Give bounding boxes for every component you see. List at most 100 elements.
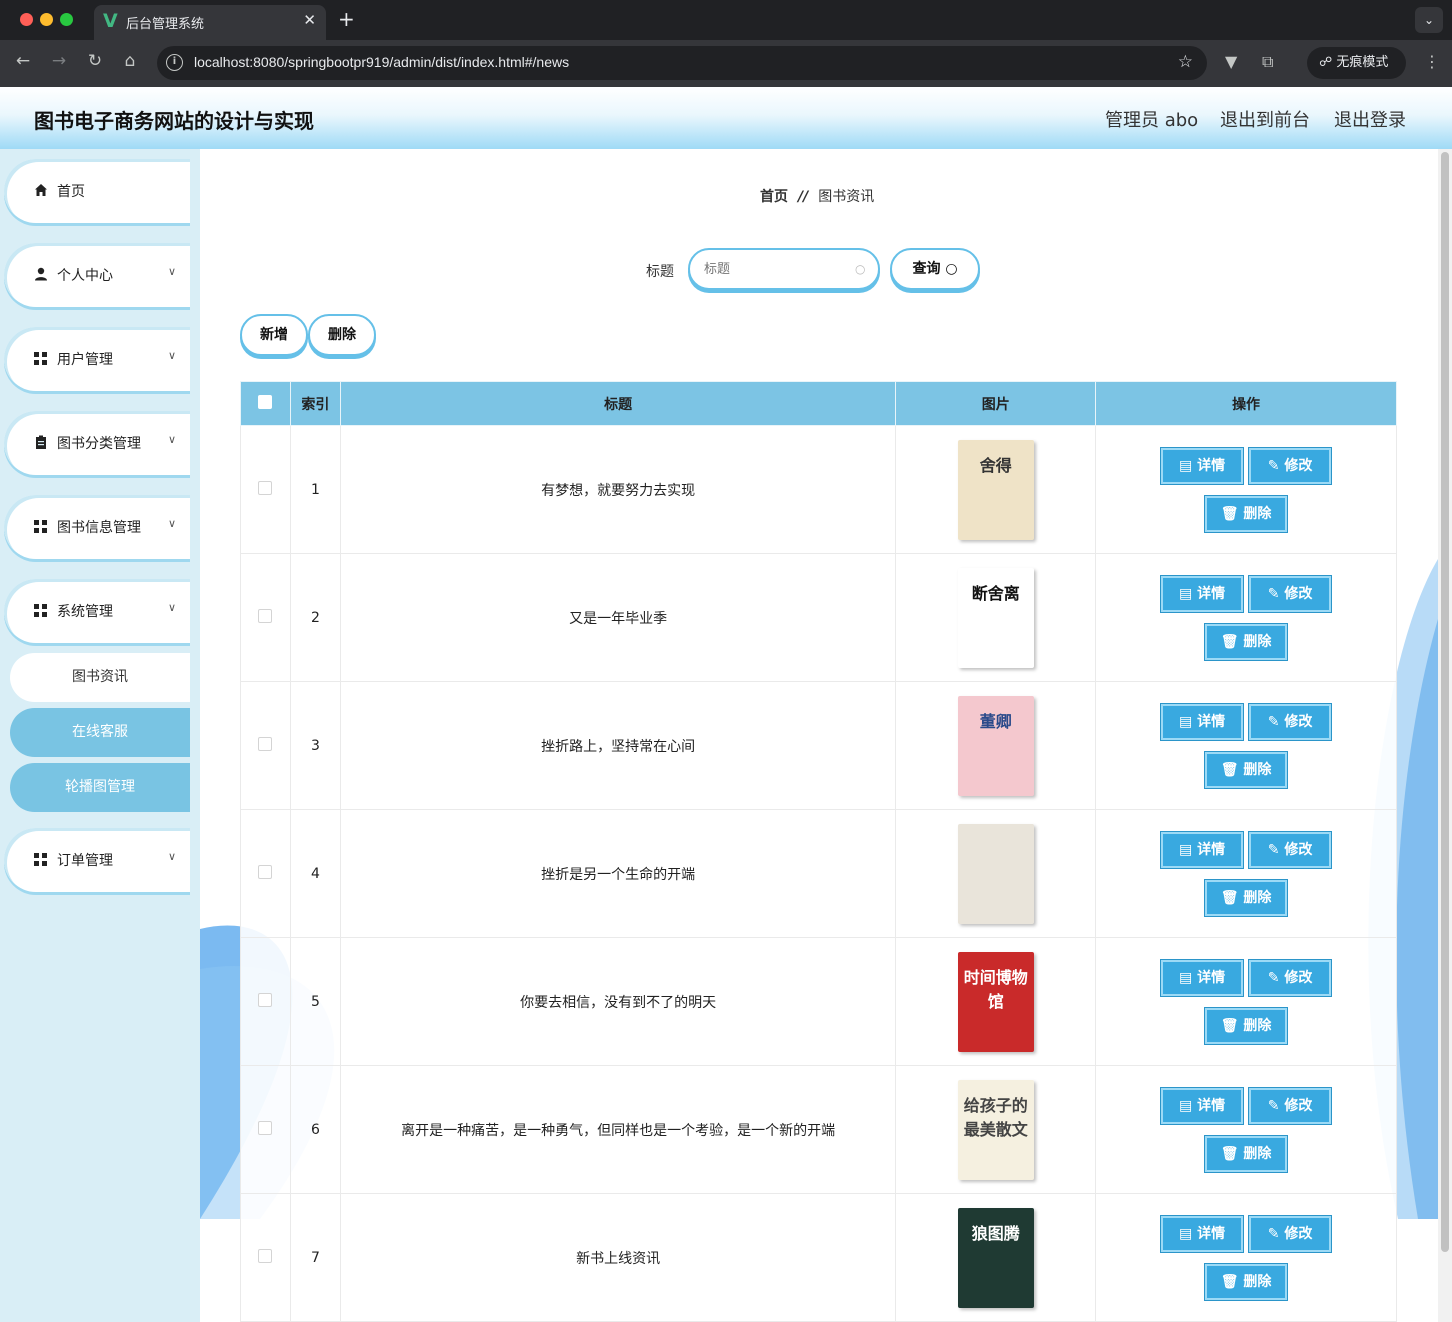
delete-row-button[interactable]: 🗑 删除 bbox=[1205, 1263, 1288, 1300]
edit-button[interactable]: ✎ 修改 bbox=[1249, 1215, 1332, 1252]
add-button[interactable]: 新增 bbox=[240, 314, 308, 356]
edit-button[interactable]: ✎ 修改 bbox=[1249, 831, 1332, 868]
sidebar-item-label: 个人中心 bbox=[57, 268, 113, 284]
sidebar-subitem-book-news[interactable]: 图书资讯 bbox=[10, 653, 190, 702]
trash-icon: 🗑 bbox=[1220, 1017, 1244, 1034]
sidebar-item-book-info[interactable]: 图书信息管理 ∨ bbox=[4, 495, 190, 559]
sidebar-item-system-management[interactable]: 系统管理 ∨ bbox=[4, 579, 190, 643]
pencil-icon: ✎ bbox=[1267, 841, 1285, 858]
row-checkbox[interactable] bbox=[258, 480, 273, 495]
edit-button[interactable]: ✎ 修改 bbox=[1249, 447, 1332, 484]
delete-row-button[interactable]: 🗑 删除 bbox=[1205, 1007, 1288, 1044]
edit-button-label: 修改 bbox=[1284, 969, 1313, 986]
row-select-cell[interactable] bbox=[240, 1065, 291, 1194]
user-icon bbox=[35, 267, 47, 281]
sidebar-item-order-management[interactable]: 订单管理 ∨ bbox=[4, 828, 190, 892]
sidebar-item-book-category[interactable]: 图书分类管理 ∨ bbox=[4, 411, 190, 475]
row-checkbox[interactable] bbox=[258, 608, 273, 623]
sidebar-subitem-online-service[interactable]: 在线客服 bbox=[10, 708, 190, 757]
row-select-cell[interactable] bbox=[240, 425, 291, 554]
row-index: 4 bbox=[289, 809, 341, 938]
chevron-down-icon: ∨ bbox=[168, 349, 177, 362]
bookmark-star-icon[interactable]: ☆ bbox=[1178, 52, 1193, 72]
edit-button[interactable]: ✎ 修改 bbox=[1249, 575, 1332, 612]
maximize-window-button[interactable] bbox=[60, 13, 73, 26]
back-icon[interactable]: ← bbox=[12, 51, 34, 71]
row-select-cell[interactable] bbox=[240, 681, 291, 810]
row-select-cell[interactable] bbox=[240, 809, 291, 938]
delete-row-button[interactable]: 🗑 删除 bbox=[1205, 623, 1288, 660]
row-checkbox[interactable] bbox=[258, 992, 273, 1007]
document-icon: ▤ bbox=[1179, 585, 1198, 602]
detail-button[interactable]: ▤ 详情 bbox=[1161, 831, 1244, 868]
grid-icon bbox=[34, 352, 47, 365]
edit-button[interactable]: ✎ 修改 bbox=[1249, 1087, 1332, 1124]
sidebar-item-label: 系统管理 bbox=[57, 604, 113, 620]
select-all-checkbox[interactable] bbox=[258, 394, 273, 409]
table-row: 7 新书上线资讯 狼图腾 ▤ 详情 ✎ 修改 🗑 删除 bbox=[240, 1193, 1397, 1322]
extensions-icon[interactable]: ⧉ bbox=[1262, 52, 1273, 72]
pencil-icon: ✎ bbox=[1267, 1097, 1285, 1114]
detail-button[interactable]: ▤ 详情 bbox=[1161, 447, 1244, 484]
row-image-cell: 狼图腾 bbox=[895, 1193, 1097, 1322]
tab-search-icon[interactable]: ⌄ bbox=[1415, 7, 1443, 33]
edit-button[interactable]: ✎ 修改 bbox=[1249, 703, 1332, 740]
detail-button[interactable]: ▤ 详情 bbox=[1161, 1087, 1244, 1124]
sidebar-item-home[interactable]: 首页 bbox=[4, 159, 190, 223]
edit-button-label: 修改 bbox=[1284, 1097, 1313, 1114]
pencil-icon: ✎ bbox=[1267, 585, 1285, 602]
page-scrollbar[interactable] bbox=[1438, 149, 1452, 1322]
row-checkbox[interactable] bbox=[258, 736, 273, 751]
row-title: 挫折路上，坚持常在心间 bbox=[339, 681, 897, 810]
row-select-cell[interactable] bbox=[240, 553, 291, 682]
row-select-cell[interactable] bbox=[240, 1193, 291, 1322]
row-actions-cell: ▤ 详情 ✎ 修改 🗑 删除 bbox=[1095, 553, 1397, 682]
detail-button[interactable]: ▤ 详情 bbox=[1161, 959, 1244, 996]
vue-devtools-icon[interactable]: ▼ bbox=[1225, 52, 1237, 71]
row-image-cell: 给孩子的最美散文 bbox=[895, 1065, 1097, 1194]
scrollbar-thumb[interactable] bbox=[1441, 152, 1449, 1252]
detail-button[interactable]: ▤ 详情 bbox=[1161, 1215, 1244, 1252]
bulk-delete-button[interactable]: 删除 bbox=[308, 314, 376, 356]
document-icon: ▤ bbox=[1179, 1225, 1198, 1242]
sidebar-item-label: 订单管理 bbox=[57, 853, 113, 869]
minimize-window-button[interactable] bbox=[40, 13, 53, 26]
breadcrumb-separator: // bbox=[798, 189, 809, 205]
chevron-down-icon: ∨ bbox=[168, 433, 177, 446]
sidebar-item-personal-center[interactable]: 个人中心 ∨ bbox=[4, 243, 190, 307]
exit-to-frontend-link[interactable]: 退出到前台 bbox=[1220, 106, 1310, 132]
book-cover-text: 断舍离 bbox=[971, 583, 1020, 603]
row-checkbox[interactable] bbox=[258, 864, 273, 879]
search-title-input[interactable] bbox=[688, 248, 880, 290]
detail-button[interactable]: ▤ 详情 bbox=[1161, 703, 1244, 740]
logout-link[interactable]: 退出登录 bbox=[1334, 106, 1406, 132]
incognito-badge[interactable]: ☍ 无痕模式 bbox=[1307, 47, 1406, 79]
delete-row-button[interactable]: 🗑 删除 bbox=[1205, 1135, 1288, 1172]
book-cover-text: 舍得 bbox=[979, 455, 1012, 475]
select-all-header[interactable] bbox=[240, 381, 291, 426]
delete-row-button[interactable]: 🗑 删除 bbox=[1205, 879, 1288, 916]
query-button[interactable]: 查询 ○ bbox=[890, 248, 980, 290]
sidebar-item-user-management[interactable]: 用户管理 ∨ bbox=[4, 327, 190, 391]
sidebar-item-label: 首页 bbox=[57, 184, 85, 200]
reload-icon[interactable]: ↻ bbox=[84, 51, 106, 71]
browser-menu-icon[interactable]: ⋮ bbox=[1424, 52, 1440, 71]
edit-button[interactable]: ✎ 修改 bbox=[1249, 959, 1332, 996]
row-title: 离开是一种痛苦，是一种勇气，但同样也是一个考验，是一个新的开端 bbox=[339, 1065, 897, 1194]
close-window-button[interactable] bbox=[20, 13, 33, 26]
detail-button[interactable]: ▤ 详情 bbox=[1161, 575, 1244, 612]
close-tab-icon[interactable]: ✕ bbox=[303, 11, 316, 29]
new-tab-icon[interactable]: + bbox=[338, 7, 355, 31]
row-select-cell[interactable] bbox=[240, 937, 291, 1066]
forward-icon[interactable]: → bbox=[48, 51, 70, 71]
site-info-icon[interactable]: i bbox=[166, 54, 183, 71]
home-browser-icon[interactable]: ⌂ bbox=[119, 51, 141, 71]
browser-tab[interactable]: V 后台管理系统 ✕ bbox=[94, 5, 326, 40]
delete-row-button[interactable]: 🗑 删除 bbox=[1205, 495, 1288, 532]
delete-row-button[interactable]: 🗑 删除 bbox=[1205, 751, 1288, 788]
row-checkbox[interactable] bbox=[258, 1248, 273, 1263]
sidebar-subitem-carousel[interactable]: 轮播图管理 bbox=[10, 763, 190, 812]
address-bar[interactable]: i localhost:8080/springbootpr919/admin/d… bbox=[157, 46, 1207, 80]
row-checkbox[interactable] bbox=[258, 1120, 273, 1135]
breadcrumb-home[interactable]: 首页 bbox=[760, 189, 788, 205]
